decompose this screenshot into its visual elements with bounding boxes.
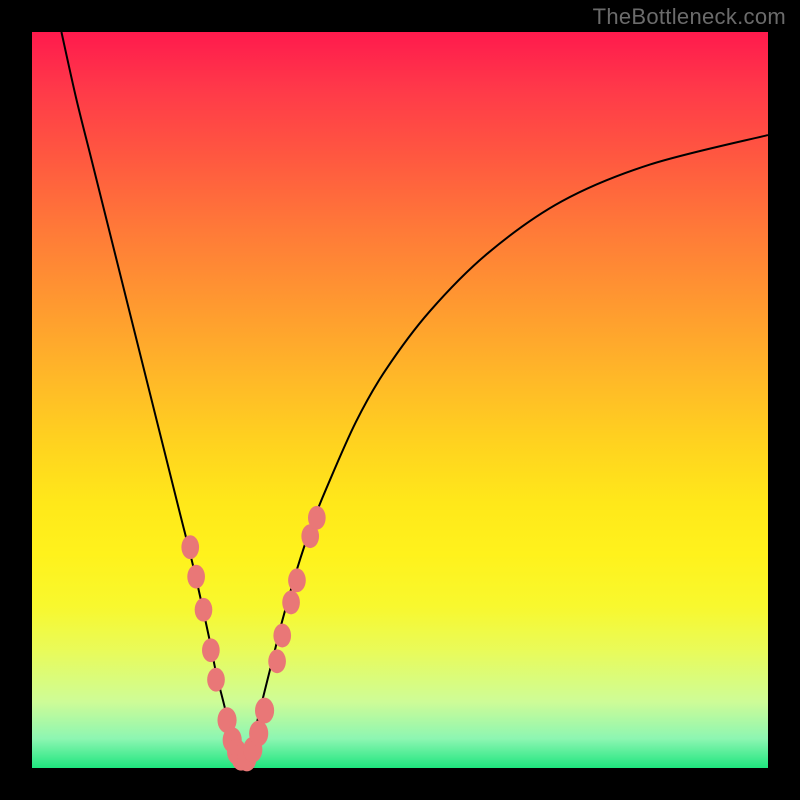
curve-mark — [282, 590, 300, 614]
plot-area — [32, 32, 768, 768]
curve-mark — [288, 568, 306, 592]
outer-frame: TheBottleneck.com — [0, 0, 800, 800]
curve-mark — [273, 624, 291, 648]
chart-svg — [32, 32, 768, 768]
bottleneck-curve — [61, 32, 768, 761]
curve-mark — [181, 535, 199, 559]
watermark-text: TheBottleneck.com — [593, 4, 786, 30]
curve-mark — [187, 565, 205, 589]
curve-mark — [268, 649, 286, 673]
curve-mark — [308, 506, 326, 530]
curve-mark — [202, 638, 220, 662]
curve-mark — [195, 598, 213, 622]
curve-mark — [207, 668, 225, 692]
curve-mark — [249, 720, 268, 746]
curve-mark — [255, 698, 274, 724]
